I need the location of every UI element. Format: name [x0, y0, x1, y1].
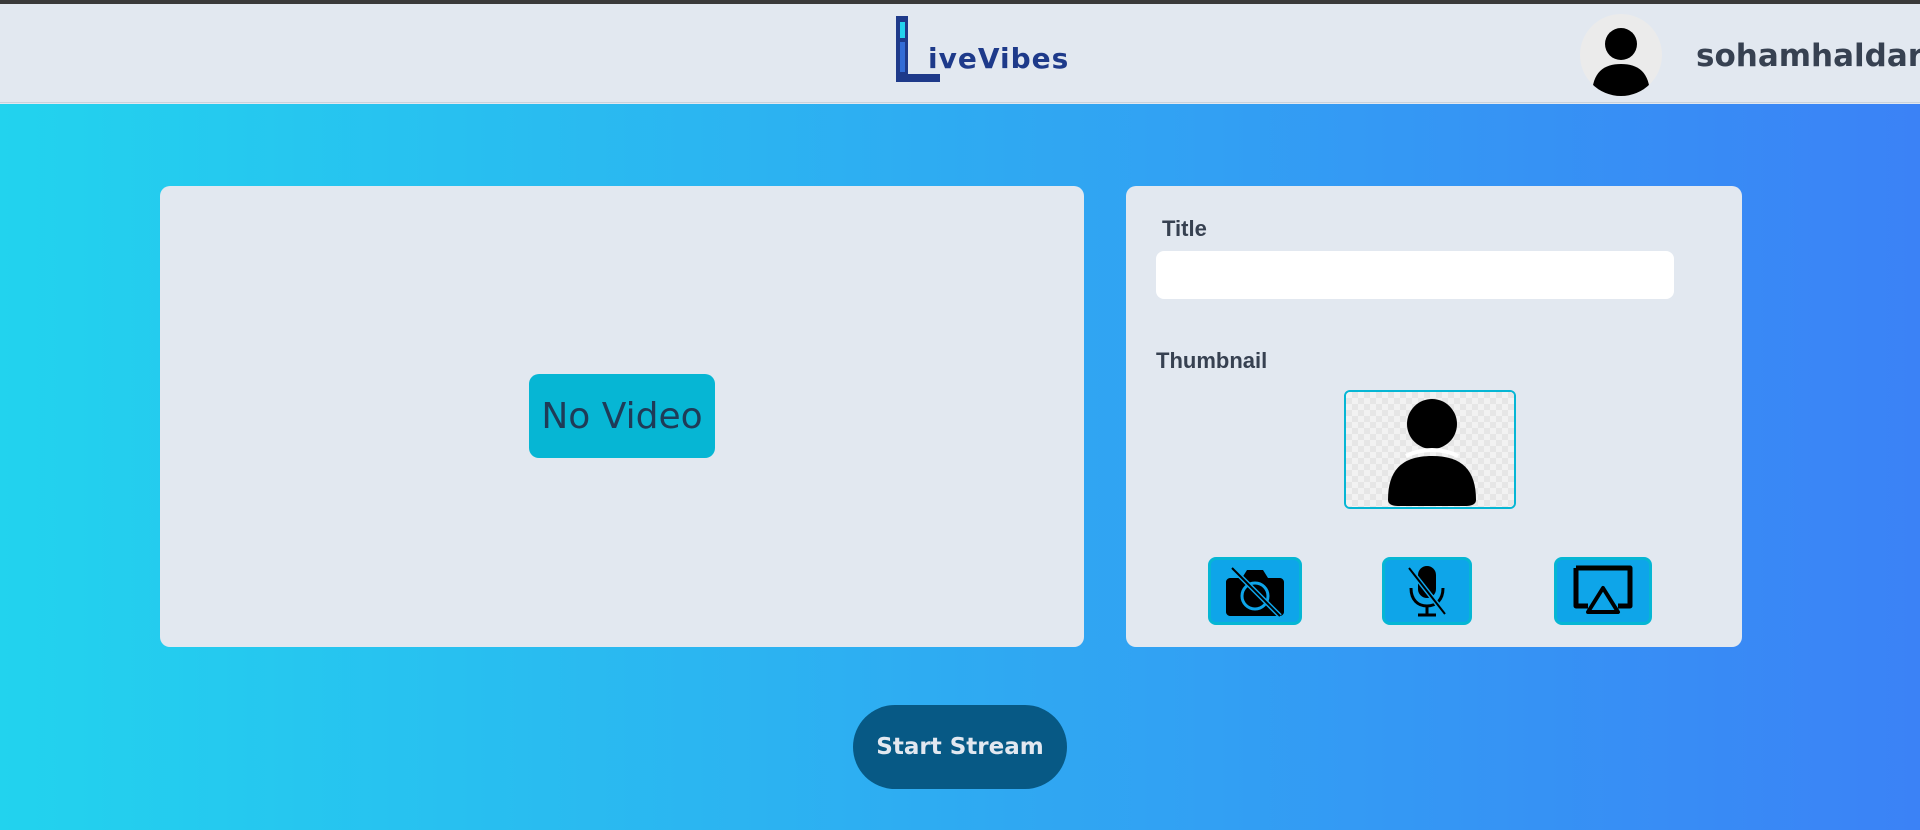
camera-off-icon — [1226, 566, 1284, 618]
user-avatar[interactable] — [1580, 14, 1662, 96]
thumbnail-label: Thumbnail — [1156, 348, 1268, 373]
stream-setup-area: No Video Title Thumbnail Start Stream — [0, 104, 1920, 830]
screen-share-icon — [1573, 565, 1633, 614]
no-video-badge: No Video — [529, 374, 715, 458]
video-preview-panel: No Video — [160, 186, 1084, 647]
microphone-toggle-button[interactable] — [1382, 557, 1472, 625]
thumbnail-upload[interactable] — [1344, 390, 1516, 509]
user-icon — [1592, 28, 1650, 96]
title-label: Title — [1162, 216, 1207, 241]
start-stream-button[interactable]: Start Stream — [853, 705, 1067, 789]
stream-settings-panel: Title Thumbnail — [1126, 186, 1742, 647]
logo-text: iveVibes — [928, 42, 1070, 75]
thumbnail-placeholder-icon — [1388, 399, 1476, 506]
navbar: iveVibes sohamhaldar — [0, 4, 1920, 103]
mic-off-icon — [1407, 566, 1447, 617]
title-input[interactable] — [1156, 251, 1674, 299]
username[interactable]: sohamhaldar — [1696, 38, 1920, 74]
screen-share-button[interactable] — [1554, 557, 1652, 625]
livevibes-logo[interactable]: iveVibes — [888, 12, 1118, 88]
camera-toggle-button[interactable] — [1208, 557, 1302, 625]
